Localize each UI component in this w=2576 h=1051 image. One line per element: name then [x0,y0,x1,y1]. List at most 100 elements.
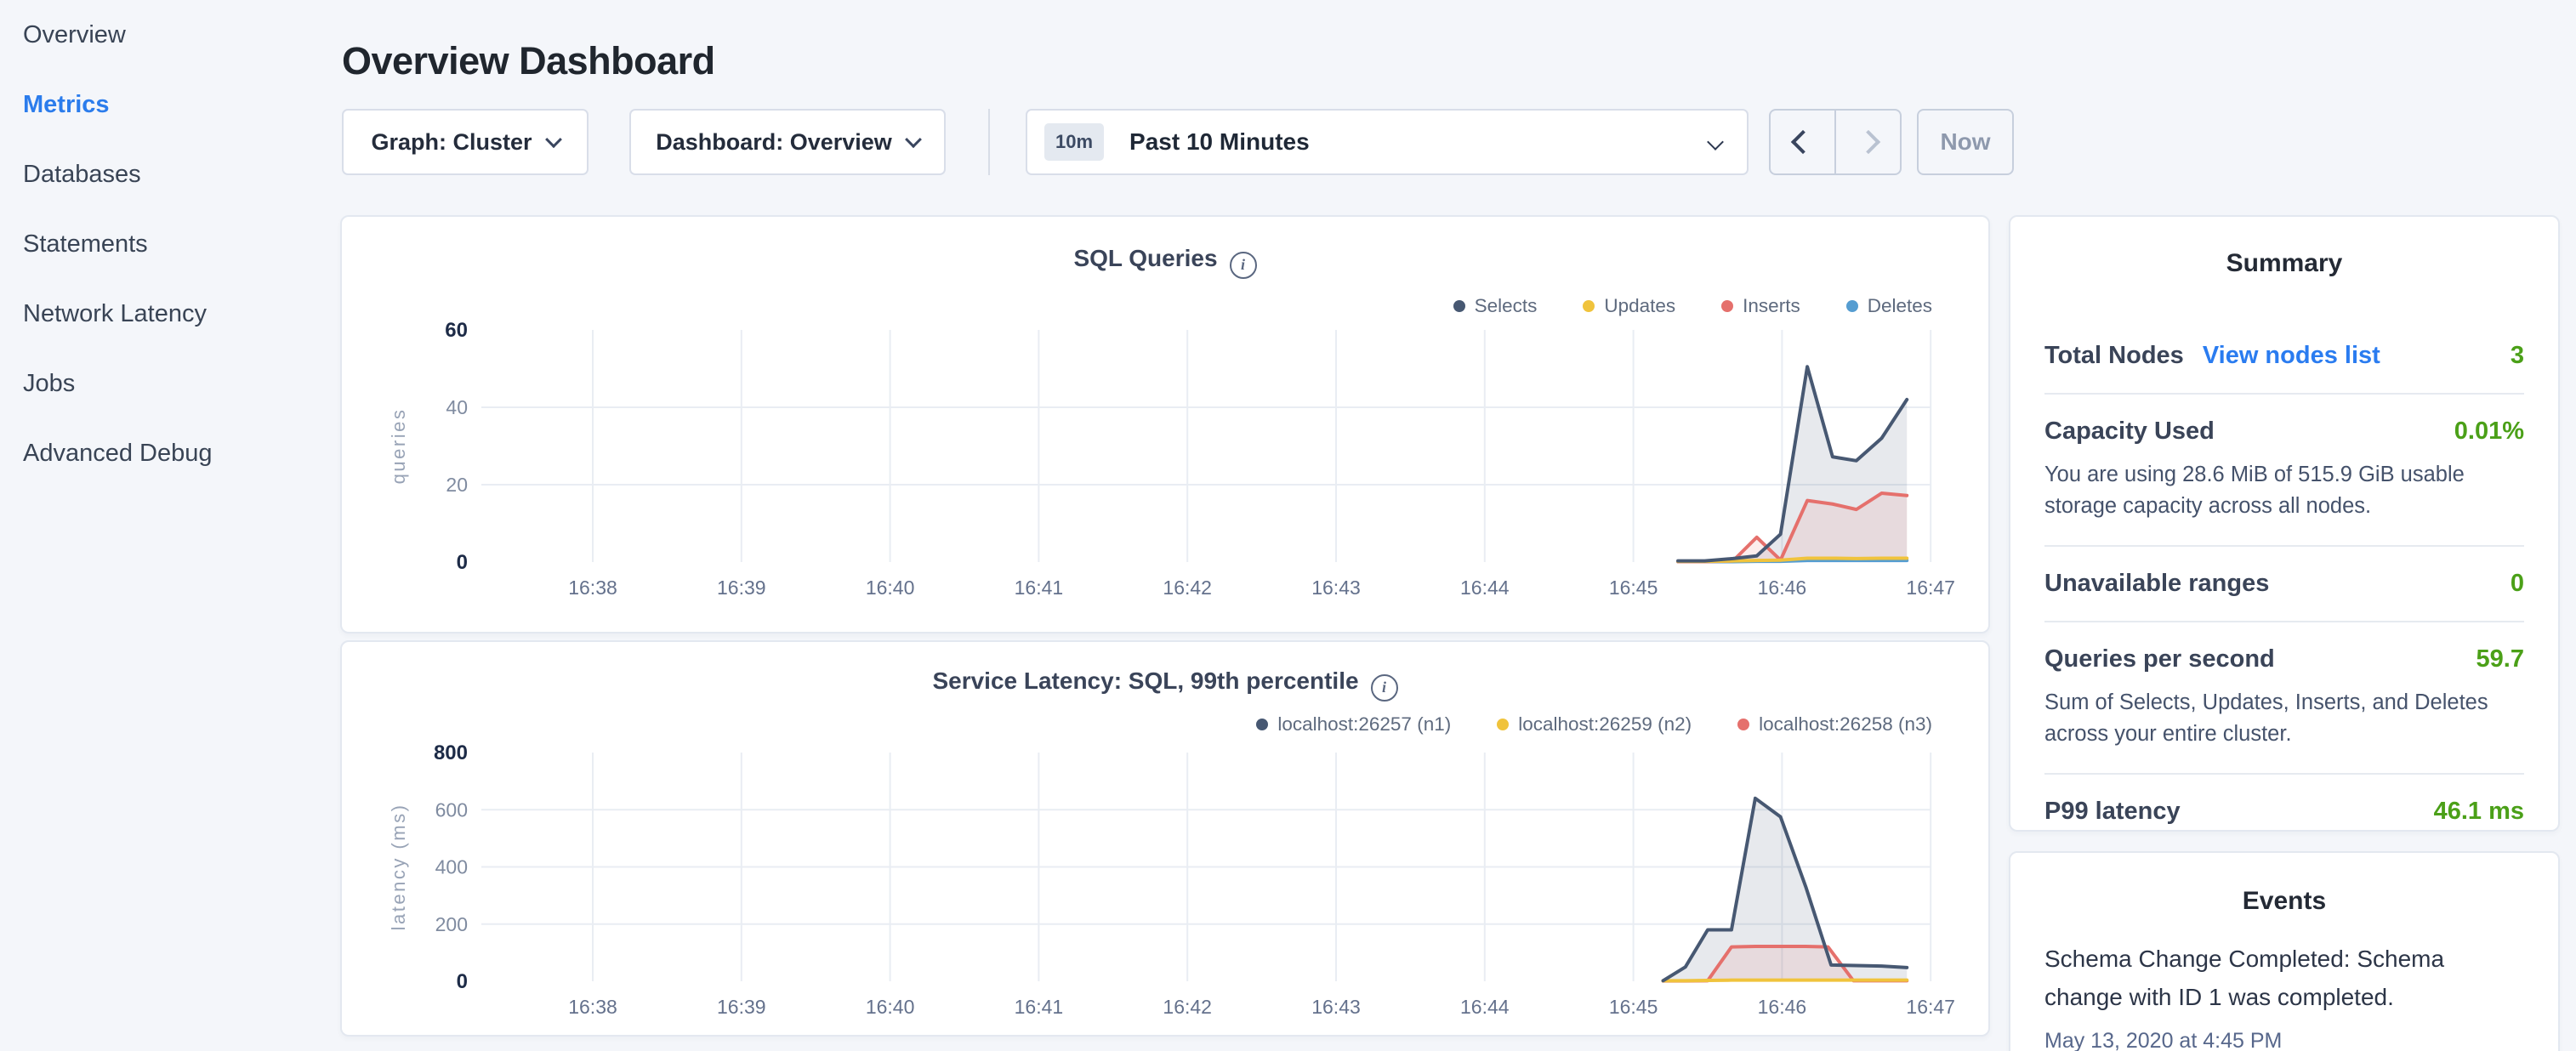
legend-label: localhost:26259 (n2) [1518,713,1692,736]
dashboard-dropdown-label: Dashboard: Overview [656,129,892,156]
svg-text:200: 200 [435,913,468,935]
chart-title: SQL Queries i [342,245,1988,279]
svg-text:16:42: 16:42 [1163,996,1212,1018]
svg-text:16:39: 16:39 [717,577,766,599]
legend-item-n2[interactable]: localhost:26259 (n2) [1497,713,1692,736]
sidebar-item-databases[interactable]: Databases [0,139,340,209]
summary-value: 59.7 [2476,645,2524,673]
dashboard-dropdown[interactable]: Dashboard: Overview [629,109,946,175]
svg-text:16:46: 16:46 [1758,996,1807,1018]
summary-row-unavailable-ranges: Unavailable ranges 0 [2044,547,2524,622]
legend-dot [1497,719,1509,730]
summary-label: Queries per second [2044,645,2275,673]
legend-label: Inserts [1743,295,1800,317]
legend-item-n1[interactable]: localhost:26257 (n1) [1256,713,1451,736]
chart-legend: localhost:26257 (n1) localhost:26259 (n2… [1256,713,1932,736]
svg-text:16:47: 16:47 [1906,577,1955,599]
svg-text:16:44: 16:44 [1460,996,1510,1018]
svg-text:60: 60 [445,319,468,342]
chevron-left-icon [1790,130,1814,154]
events-panel: Events Schema Change Completed: Schema c… [2009,851,2560,1051]
svg-text:16:39: 16:39 [717,996,766,1018]
time-forward-button[interactable] [1834,111,1900,173]
summary-value: 0 [2511,570,2524,598]
time-back-button[interactable] [1771,111,1834,173]
legend-dot [1846,300,1858,312]
sidebar-item-metrics[interactable]: Metrics [0,70,340,139]
sidebar-item-advanced-debug[interactable]: Advanced Debug [0,418,340,488]
svg-text:16:38: 16:38 [568,577,617,599]
svg-text:queries: queries [388,408,409,485]
time-range-dropdown[interactable]: 10m Past 10 Minutes [1026,109,1749,175]
svg-text:16:41: 16:41 [1015,996,1064,1018]
time-range-label: Past 10 Minutes [1129,128,1310,156]
view-nodes-list-link[interactable]: View nodes list [2203,342,2380,370]
event-timestamp: May 13, 2020 at 4:45 PM [2044,1029,2524,1051]
summary-row-capacity-used: Capacity Used 0.01% You are using 28.6 M… [2044,395,2524,547]
sql-queries-chart[interactable]: 16:3816:3916:4016:4116:4216:4316:4416:45… [342,217,1992,635]
legend-dot [1453,300,1465,312]
svg-text:0: 0 [457,970,468,993]
legend-item-deletes[interactable]: Deletes [1846,295,1932,317]
svg-text:16:45: 16:45 [1609,577,1658,599]
chart-title: Service Latency: SQL, 99th percentilei [342,668,1988,702]
time-step-buttons [1769,109,1902,175]
events-title: Events [2044,887,2524,916]
summary-row-total-nodes: Total Nodes View nodes list 3 [2044,319,2524,395]
now-button[interactable]: Now [1917,109,2014,175]
summary-label: P99 latency [2044,798,2181,826]
summary-label: Unavailable ranges [2044,570,2269,598]
svg-text:0: 0 [457,551,468,574]
svg-text:800: 800 [434,741,468,764]
time-range-badge: 10m [1044,123,1104,161]
app-root: Overview Metrics Databases Statements Ne… [0,0,2576,1051]
info-icon[interactable]: i [1371,674,1398,702]
summary-title: Summary [2044,249,2524,278]
event-text: Schema Change Completed: Schema change w… [2044,940,2521,1017]
sidebar-item-jobs[interactable]: Jobs [0,349,340,418]
svg-text:16:47: 16:47 [1906,996,1955,1018]
sidebar-item-network-latency[interactable]: Network Latency [0,279,340,349]
svg-text:16:40: 16:40 [866,996,915,1018]
summary-subtext: You are using 28.6 MiB of 515.9 GiB usab… [2044,459,2524,522]
service-latency-chart[interactable]: 16:38 16:39 16:40 16:41 16:42 16:43 16:44 16:45… [342,642,1992,1038]
chevron-down-icon [545,131,562,148]
sidebar-item-overview[interactable]: Overview [0,0,340,70]
chevron-down-icon [905,131,922,148]
event-item[interactable]: Schema Change Completed: Schema change w… [2044,940,2524,1051]
svg-text:16:44: 16:44 [1460,577,1510,599]
summary-value: 3 [2511,342,2524,370]
legend-label: localhost:26257 (n1) [1277,713,1451,736]
summary-row-p99-latency: P99 latency 46.1 ms [2044,775,2524,849]
svg-text:16:42: 16:42 [1163,577,1212,599]
info-icon[interactable]: i [1230,252,1257,279]
chevron-down-icon [1707,134,1724,151]
controls-divider [988,109,990,175]
legend-label: Selects [1475,295,1538,317]
chart-title-text: SQL Queries [1073,245,1217,271]
svg-text:16:43: 16:43 [1311,996,1361,1018]
legend-dot [1721,300,1733,312]
service-latency-chart-panel: 16:38 16:39 16:40 16:41 16:42 16:43 16:44 16:45… [340,640,1990,1037]
summary-value: 0.01% [2454,418,2524,446]
svg-text:600: 600 [435,798,468,821]
legend-item-updates[interactable]: Updates [1583,295,1675,317]
legend-item-inserts[interactable]: Inserts [1721,295,1800,317]
svg-text:400: 400 [435,856,468,878]
legend-item-n3[interactable]: localhost:26258 (n3) [1737,713,1932,736]
svg-text:16:40: 16:40 [866,577,915,599]
page-title: Overview Dashboard [342,39,715,83]
legend-dot [1737,719,1749,730]
svg-text:16:38: 16:38 [568,996,617,1018]
summary-label: Capacity Used [2044,418,2215,446]
svg-text:16:45: 16:45 [1609,996,1658,1018]
svg-text:16:46: 16:46 [1758,577,1807,599]
graph-scope-dropdown[interactable]: Graph: Cluster [342,109,589,175]
graph-scope-dropdown-label: Graph: Cluster [371,129,532,156]
sidebar-item-statements[interactable]: Statements [0,209,340,279]
legend-item-selects[interactable]: Selects [1453,295,1538,317]
legend-dot [1256,719,1268,730]
summary-panel: Summary Total Nodes View nodes list 3 Ca… [2009,215,2560,832]
legend-dot [1583,300,1595,312]
svg-text:40: 40 [446,396,468,418]
